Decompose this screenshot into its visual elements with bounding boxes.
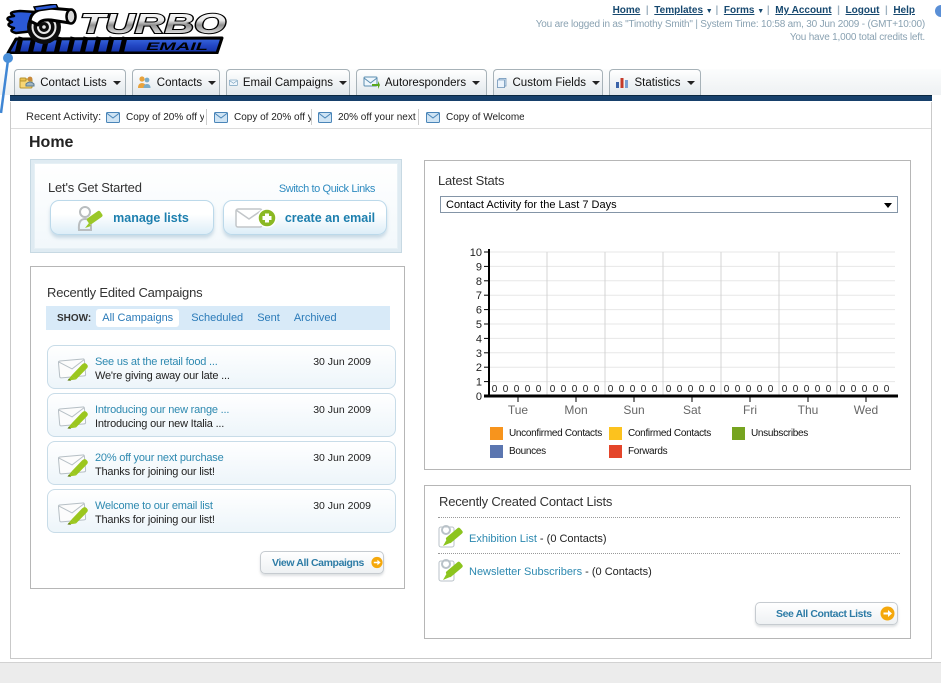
svg-text:0: 0 xyxy=(652,384,658,395)
svg-text:0: 0 xyxy=(746,384,752,395)
svg-text:0: 0 xyxy=(503,384,509,395)
svg-text:3: 3 xyxy=(476,348,482,360)
svg-text:4: 4 xyxy=(476,333,482,345)
svg-text:0: 0 xyxy=(699,384,705,395)
svg-text:Thu: Thu xyxy=(798,403,819,417)
svg-text:9: 9 xyxy=(476,261,482,273)
svg-text:0: 0 xyxy=(804,384,810,395)
svg-text:0: 0 xyxy=(641,384,647,395)
svg-text:0: 0 xyxy=(688,384,694,395)
svg-text:0: 0 xyxy=(536,384,542,395)
svg-text:0: 0 xyxy=(561,384,567,395)
svg-text:Wed: Wed xyxy=(854,403,878,417)
svg-text:Sun: Sun xyxy=(623,403,644,417)
svg-text:0: 0 xyxy=(826,384,832,395)
svg-text:0: 0 xyxy=(666,384,672,395)
svg-text:0: 0 xyxy=(724,384,730,395)
svg-text:0: 0 xyxy=(815,384,821,395)
svg-text:0: 0 xyxy=(619,384,625,395)
svg-text:0: 0 xyxy=(782,384,788,395)
svg-text:0: 0 xyxy=(514,384,520,395)
svg-text:8: 8 xyxy=(476,276,482,288)
svg-text:0: 0 xyxy=(492,384,498,395)
svg-text:0: 0 xyxy=(793,384,799,395)
svg-text:0: 0 xyxy=(884,384,890,395)
svg-text:0: 0 xyxy=(862,384,868,395)
svg-text:0: 0 xyxy=(476,391,482,403)
svg-text:0: 0 xyxy=(608,384,614,395)
svg-text:0: 0 xyxy=(630,384,636,395)
svg-text:5: 5 xyxy=(476,319,482,331)
svg-text:0: 0 xyxy=(768,384,774,395)
svg-text:0: 0 xyxy=(840,384,846,395)
svg-text:6: 6 xyxy=(476,305,482,317)
svg-text:Fri: Fri xyxy=(743,403,757,417)
svg-text:0: 0 xyxy=(873,384,879,395)
svg-text:0: 0 xyxy=(583,384,589,395)
svg-text:Mon: Mon xyxy=(564,403,587,417)
svg-text:0: 0 xyxy=(525,384,531,395)
svg-text:EMAIL: EMAIL xyxy=(146,41,208,53)
svg-text:0: 0 xyxy=(710,384,716,395)
svg-text:0: 0 xyxy=(757,384,763,395)
svg-text:TURBO: TURBO xyxy=(80,8,226,39)
svg-text:2: 2 xyxy=(476,362,482,374)
svg-text:7: 7 xyxy=(476,290,482,302)
svg-text:0: 0 xyxy=(594,384,600,395)
svg-text:0: 0 xyxy=(851,384,857,395)
svg-text:0: 0 xyxy=(677,384,683,395)
svg-text:1: 1 xyxy=(476,377,482,389)
svg-text:0: 0 xyxy=(550,384,556,395)
svg-text:0: 0 xyxy=(735,384,741,395)
svg-text:0: 0 xyxy=(572,384,578,395)
svg-text:10: 10 xyxy=(470,247,482,259)
svg-text:Tue: Tue xyxy=(508,403,529,417)
svg-text:Sat: Sat xyxy=(683,403,702,417)
